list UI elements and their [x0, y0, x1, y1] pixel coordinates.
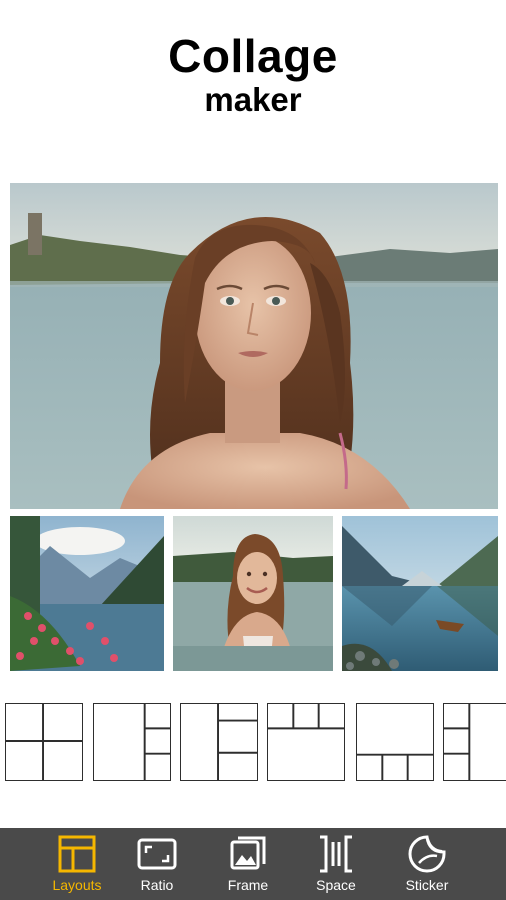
- frame-icon: [230, 836, 266, 870]
- tab-ratio-label: Ratio: [140, 877, 174, 893]
- lake-flowers-photo: [10, 516, 164, 671]
- tab-layouts[interactable]: Layouts: [37, 834, 117, 896]
- tab-frame[interactable]: Frame: [208, 834, 288, 896]
- layouts-icon: [58, 835, 96, 873]
- layout-top-3-bottom-large-icon: [268, 704, 344, 730]
- collage-cell-photo-3[interactable]: [342, 516, 498, 671]
- ratio-icon: [137, 838, 177, 870]
- layout-option-grid-2x2[interactable]: [5, 703, 83, 781]
- collage-cell-photo-2[interactable]: [173, 516, 333, 671]
- layout-option-top-large-bottom-3[interactable]: [356, 703, 434, 781]
- tab-space[interactable]: Space: [296, 834, 376, 896]
- layout-option-top-3-bottom-large[interactable]: [267, 703, 345, 781]
- layout-left-tall-right-stack-icon: [217, 704, 257, 780]
- layout-grid-2x2-icon: [6, 704, 82, 780]
- tab-ratio[interactable]: Ratio: [117, 834, 197, 896]
- tab-sticker-label: Sticker: [405, 877, 449, 893]
- layout-option-left-stack-right-large[interactable]: [443, 703, 506, 781]
- layout-left-large-right-3-icon: [143, 704, 170, 780]
- collage-cell-photo-1[interactable]: [10, 516, 164, 671]
- title-block: Collage maker: [0, 30, 506, 118]
- app-subtitle: maker: [204, 81, 302, 118]
- layout-top-large-bottom-3-icon: [357, 753, 433, 780]
- bottom-toolbar: Layouts Ratio Frame Space Sticker: [0, 828, 506, 900]
- woman-portrait-photo: [10, 183, 498, 509]
- space-icon: [320, 835, 352, 873]
- smiling-woman-photo: [173, 516, 333, 671]
- tab-sticker[interactable]: Sticker: [387, 834, 467, 896]
- layout-left-stack-right-large-icon: [444, 704, 471, 780]
- sticker-icon: [408, 835, 446, 873]
- tab-space-label: Space: [316, 877, 356, 893]
- tab-frame-label: Frame: [227, 877, 269, 893]
- app-title: Collage: [168, 30, 338, 82]
- mountain-lake-boat-photo: [342, 516, 498, 671]
- layout-option-left-tall-right-stack[interactable]: [180, 703, 258, 781]
- collage-cell-main-photo[interactable]: [10, 183, 498, 509]
- layout-options-row[interactable]: [5, 703, 506, 781]
- tab-layouts-label: Layouts: [52, 877, 102, 893]
- layout-option-left-large-right-3[interactable]: [93, 703, 171, 781]
